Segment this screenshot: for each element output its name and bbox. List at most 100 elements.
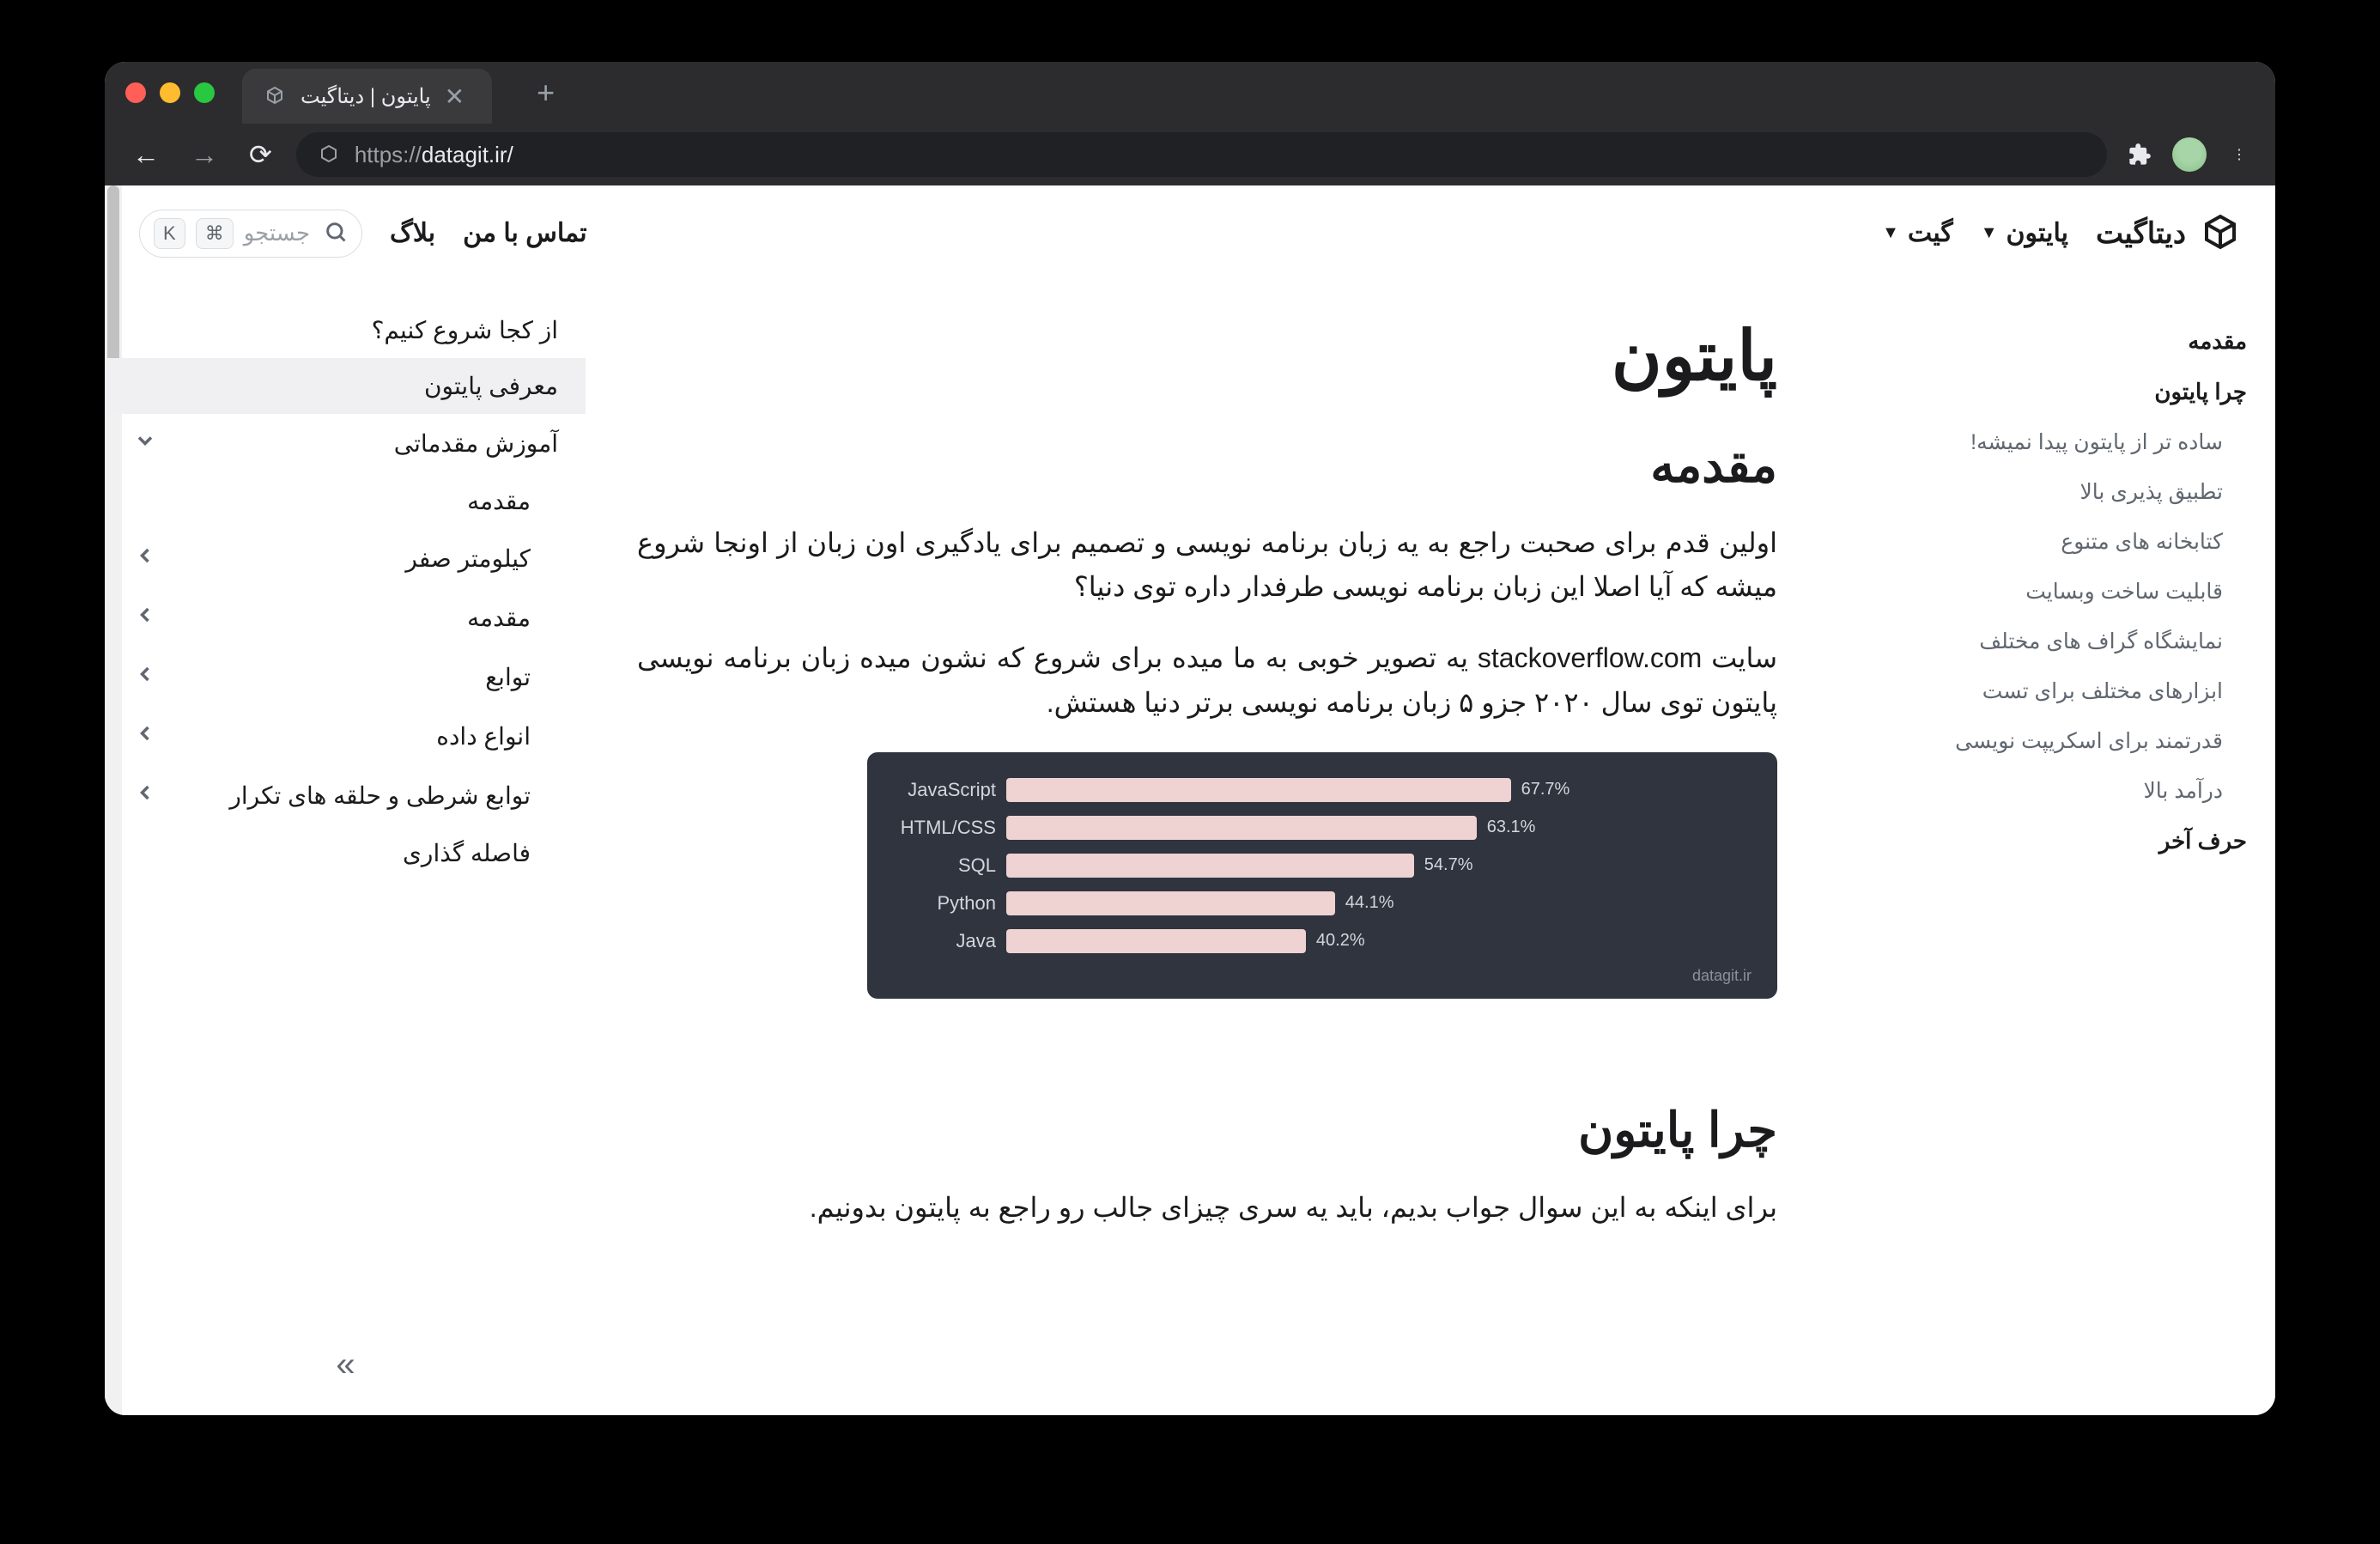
tab-title: پایتون | دیتاگیت xyxy=(301,84,431,109)
heading-intro: مقدمه xyxy=(637,437,1777,494)
chart-row: JavaScript67.7% xyxy=(893,778,1752,802)
sidebar-item[interactable]: توابع شرطی و حلقه های تکرار xyxy=(106,766,586,825)
sidebar-item-label: توابع شرطی و حلقه های تکرار xyxy=(229,781,531,810)
window-maximize[interactable] xyxy=(194,82,215,103)
chart-category-label: Python xyxy=(893,892,996,915)
language-chart: JavaScript67.7% HTML/CSS63.1% SQL 54.7% Pyth… xyxy=(867,752,1777,999)
chart-bar xyxy=(1006,854,1414,878)
sidebar-item[interactable]: معرفی پایتون xyxy=(106,358,586,414)
chart-bar xyxy=(1006,929,1306,953)
browser-tab-bar: پایتون | دیتاگیت ✕ + xyxy=(105,62,2275,124)
sidebar: از کجا شروع کنیم؟ معرفی پایتون آموزش مقدما… xyxy=(105,282,586,1415)
sidebar-item[interactable]: فاصله گذاری xyxy=(106,825,586,881)
sidebar-item-label: توابع xyxy=(485,663,531,691)
chart-value-label: 40.2% xyxy=(1316,931,1365,951)
browser-menu-icon[interactable]: ⋮ xyxy=(2224,139,2255,170)
nav-git-label: گیت xyxy=(1908,218,1953,248)
sidebar-item-label: از کجا شروع کنیم؟ xyxy=(372,316,558,344)
forward-button[interactable]: → xyxy=(184,132,225,178)
tab-favicon-icon xyxy=(263,84,287,108)
toc-item[interactable]: مقدمه xyxy=(1908,316,2247,367)
search-box[interactable]: جستجو ⌘ K xyxy=(139,210,362,258)
reload-button[interactable]: ⟳ xyxy=(242,131,279,178)
chevron-left-icon xyxy=(133,661,157,693)
sidebar-item[interactable]: کیلومتر صفر xyxy=(106,529,586,588)
kbd-cmd: ⌘ xyxy=(196,218,234,249)
chart-bar xyxy=(1006,816,1477,840)
paragraph: سایت stackoverflow.com یه تصویر خوبی به … xyxy=(637,636,1777,724)
toc-item[interactable]: درآمد بالا xyxy=(1908,766,2247,816)
sidebar-item[interactable]: آموزش مقدماتی xyxy=(106,414,586,473)
toc-item[interactable]: تطبیق پذیری بالا xyxy=(1908,467,2247,517)
sidebar-item-label: کیلومتر صفر xyxy=(405,544,531,573)
chart-bar-wrap: 67.7% xyxy=(1006,778,1752,802)
sidebar-item-label: معرفی پایتون xyxy=(424,372,558,400)
chevron-left-icon xyxy=(133,602,157,634)
chart-bar-wrap: 44.1% xyxy=(1006,891,1752,915)
chart-row: Java 40.2% xyxy=(893,929,1752,953)
window-close[interactable] xyxy=(125,82,146,103)
chart-bar-wrap: 40.2% xyxy=(1006,929,1752,953)
sidebar-item[interactable]: مقدمه xyxy=(106,588,586,647)
chevron-left-icon xyxy=(133,543,157,574)
browser-window: پایتون | دیتاگیت ✕ + ← → ⟳ https://datag… xyxy=(105,62,2275,1415)
new-tab-button[interactable]: + xyxy=(537,75,555,111)
nav-python[interactable]: پایتون ▼ xyxy=(1981,218,2068,248)
tab-close-icon[interactable]: ✕ xyxy=(445,82,464,111)
sidebar-item[interactable]: انواع داده xyxy=(106,707,586,766)
site-header: دیتاگیت پایتون ▼ گیت ▼ تماس با من بلاگ ج… xyxy=(105,185,2275,282)
chevron-down-icon: ▼ xyxy=(1882,223,1899,243)
toc-item[interactable]: حرف آخر xyxy=(1908,816,2247,866)
address-bar[interactable]: https://datagit.ir/ xyxy=(296,132,2107,177)
nav-blog[interactable]: بلاگ xyxy=(390,218,435,248)
nav-python-label: پایتون xyxy=(2007,218,2068,248)
sidebar-item[interactable]: توابع xyxy=(106,647,586,707)
article: پایتون مقدمه اولین قدم برای صحبت راجع به… xyxy=(586,282,1880,1415)
heading-why: چرا پایتون xyxy=(637,1102,1777,1158)
toc-item[interactable]: ابزارهای مختلف برای تست xyxy=(1908,666,2247,716)
chart-category-label: HTML/CSS xyxy=(893,817,996,839)
back-button[interactable]: ← xyxy=(125,132,167,178)
chart-row: HTML/CSS63.1% xyxy=(893,816,1752,840)
url-text: https://datagit.ir/ xyxy=(355,142,513,168)
brand-name: دیتاگیت xyxy=(2096,216,2186,251)
toc-item[interactable]: ساده تر از پایتون پیدا نمیشه! xyxy=(1908,417,2247,467)
sidebar-item[interactable]: از کجا شروع کنیم؟ xyxy=(106,302,586,358)
toc-item[interactable]: قدرتمند برای اسکریپت نویسی xyxy=(1908,716,2247,766)
chart-row: SQL 54.7% xyxy=(893,854,1752,878)
sidebar-item-label: فاصله گذاری xyxy=(403,839,531,867)
browser-tab[interactable]: پایتون | دیتاگیت ✕ xyxy=(242,69,492,124)
toc-item[interactable]: قابلیت ساخت وبسایت xyxy=(1908,567,2247,617)
page-content: دیتاگیت پایتون ▼ گیت ▼ تماس با من بلاگ ج… xyxy=(105,185,2275,1415)
chart-category-label: SQL xyxy=(893,854,996,877)
brand-logo-icon xyxy=(2200,213,2241,254)
site-info-icon[interactable] xyxy=(317,143,341,167)
chart-bar xyxy=(1006,891,1335,915)
search-icon xyxy=(320,220,348,247)
page-title: پایتون xyxy=(637,316,1777,396)
sidebar-item[interactable]: مقدمه xyxy=(106,473,586,529)
window-minimize[interactable] xyxy=(160,82,180,103)
paragraph: اولین قدم برای صحبت راجع به یه زبان برنا… xyxy=(637,521,1777,609)
toc-item[interactable]: چرا پایتون xyxy=(1908,367,2247,417)
nav-contact[interactable]: تماس با من xyxy=(463,218,587,248)
chart-value-label: 67.7% xyxy=(1521,780,1570,799)
table-of-contents: مقدمهچرا پایتونساده تر از پایتون پیدا نم… xyxy=(1880,282,2275,1415)
profile-avatar[interactable] xyxy=(2172,137,2207,172)
chart-bar-wrap: 54.7% xyxy=(1006,854,1752,878)
toc-item[interactable]: کتابخانه های متنوع xyxy=(1908,517,2247,567)
paragraph: برای اینکه به این سوال جواب بدیم، باید ی… xyxy=(637,1186,1777,1230)
chevron-left-icon xyxy=(133,780,157,812)
extensions-icon[interactable] xyxy=(2124,139,2155,170)
sidebar-collapse-button[interactable]: » xyxy=(106,1332,586,1398)
sidebar-item-label: مقدمه xyxy=(467,604,531,632)
chart-category-label: Java xyxy=(893,930,996,952)
toc-item[interactable]: نمایشگاه گراف های مختلف xyxy=(1908,617,2247,666)
kbd-k: K xyxy=(154,218,185,249)
sidebar-item-label: مقدمه xyxy=(467,487,531,515)
sidebar-item-label: آموزش مقدماتی xyxy=(394,429,558,458)
brand[interactable]: دیتاگیت xyxy=(2096,213,2241,254)
browser-address-row: ← → ⟳ https://datagit.ir/ ⋮ xyxy=(105,124,2275,185)
nav-git[interactable]: گیت ▼ xyxy=(1882,218,1953,248)
chevron-left-icon xyxy=(133,720,157,752)
